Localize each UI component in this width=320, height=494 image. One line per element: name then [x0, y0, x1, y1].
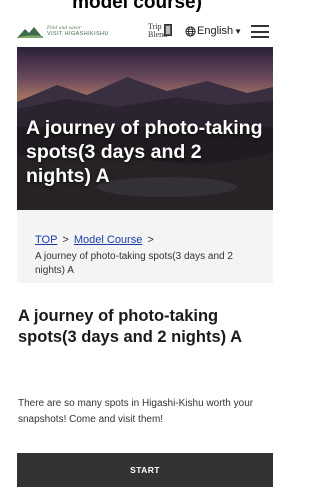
trip-blend-icon — [164, 24, 172, 36]
site-logo[interactable]: Find and savor VISIT HIGASHIKISHU — [17, 22, 117, 42]
page-title: A journey of photo-taking spots(3 days a… — [18, 307, 243, 346]
mountain-logo-icon — [17, 27, 43, 38]
breadcrumb: TOP > Model Course > A journey of photo-tak… — [17, 210, 273, 283]
logo-name: VISIT HIGASHIKISHU — [47, 31, 109, 37]
start-button[interactable]: START — [17, 453, 273, 487]
language-selector[interactable]: English ▼ — [185, 25, 242, 37]
globe-icon — [185, 25, 196, 37]
hero-title: A journey of photo-taking spots(3 days a… — [26, 117, 263, 187]
site-header: Find and savor VISIT HIGASHIKISHU Trip B… — [0, 16, 274, 46]
language-label: English — [197, 25, 234, 37]
breadcrumb-current: A journey of photo-taking spots(3 days a… — [35, 251, 233, 276]
breadcrumb-separator: > — [62, 234, 69, 246]
lead-text: There are so many spots in Higashi-Kishu… — [18, 398, 254, 425]
hamburger-menu-icon[interactable] — [251, 25, 269, 38]
hero-banner: A journey of photo-taking spots(3 days a… — [17, 47, 273, 210]
breadcrumb-model-course-link[interactable]: Model Course — [74, 234, 142, 246]
trip-blend-label: Trip Blend — [148, 22, 168, 39]
page-caption: model course) — [72, 0, 202, 13]
breadcrumb-separator: > — [147, 234, 154, 246]
breadcrumb-top-link[interactable]: TOP — [35, 234, 57, 246]
trip-blend-logo[interactable]: Trip Blend — [148, 22, 174, 40]
caret-down-icon: ▼ — [234, 26, 242, 36]
